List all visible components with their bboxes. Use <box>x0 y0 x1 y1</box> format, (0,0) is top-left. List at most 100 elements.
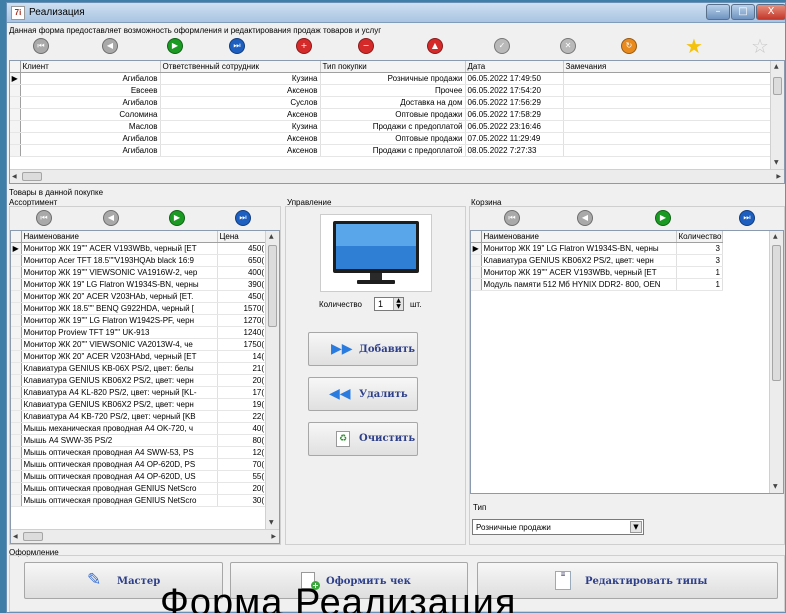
slide-caption: Форма Реализация <box>160 582 517 613</box>
table-row[interactable]: Соломина Аксенов Оптовые продажи 06.05.2022… <box>10 108 772 121</box>
col-purchase-type[interactable]: Тип покупки <box>320 61 466 73</box>
cart-vertical-scrollbar[interactable]: ▲ ▼ <box>769 231 783 493</box>
window: 7i Реализация – □ X Данная форма предост… <box>6 2 786 613</box>
table-row[interactable]: Мышь оптическая проводная A4 OP-620D, US… <box>11 470 267 483</box>
clear-button[interactable]: ♻ Очистить <box>308 422 418 456</box>
first-record-icon[interactable]: ⏮ <box>33 38 49 54</box>
quantity-stepper[interactable]: 1 ▲ ▼ <box>374 297 404 311</box>
col-name[interactable]: Наименование <box>481 231 677 243</box>
col-price[interactable]: Цена <box>217 231 267 243</box>
chevron-down-icon[interactable]: ▼ <box>630 521 642 533</box>
table-row[interactable]: Мышь механическая проводная A4 OK-720, ч… <box>11 422 267 435</box>
maximize-button[interactable]: □ <box>731 4 755 20</box>
minimize-button[interactable]: – <box>706 4 730 20</box>
table-row[interactable]: Клавиатура A4 KB-720 PS/2, цвет: черный … <box>11 410 267 423</box>
table-row[interactable]: Монитор ЖК 20" ACER V203HAbd, черный [ET… <box>11 350 267 363</box>
prev-record-icon[interactable]: ◀ <box>102 38 118 54</box>
table-row[interactable]: Модуль памяти 512 Мб HYNIX DDR2- 800, OE… <box>471 278 723 291</box>
scroll-thumb[interactable] <box>22 172 42 181</box>
scroll-up-icon[interactable]: ▲ <box>269 233 274 241</box>
table-row[interactable]: Клавиатура A4 KL-820 PS/2, цвет: черный … <box>11 386 267 399</box>
assortment-last-icon[interactable]: ⏭ <box>235 210 251 226</box>
cart-next-icon[interactable]: ▶ <box>655 210 671 226</box>
sales-table[interactable]: Клиент Ответственный сотрудник Тип покуп… <box>9 60 785 184</box>
table-row[interactable]: Агибалов Суслов Доставка на дом 06.05.2022 … <box>10 96 772 109</box>
col-responsible[interactable]: Ответственный сотрудник <box>160 61 321 73</box>
confirm-icon[interactable]: ✓ <box>494 38 510 54</box>
scroll-up-icon[interactable]: ▲ <box>773 233 778 241</box>
table-row[interactable]: Агибалов Аксенов Оптовые продажи 07.05.2022… <box>10 132 772 145</box>
assortment-prev-icon[interactable]: ◀ <box>103 210 119 226</box>
scroll-up-icon[interactable]: ▲ <box>774 63 779 71</box>
add-button[interactable]: ▶▶ Добавить <box>308 332 418 366</box>
purchase-type-select[interactable]: Розничные продажи ▼ <box>472 519 644 535</box>
table-row[interactable]: Монитор Acer TFT 18.5""V193HQAb black 16… <box>11 254 267 267</box>
col-notes[interactable]: Замечания <box>563 61 772 73</box>
table-row[interactable]: Монитор ЖК 19"" LG Flatron W1942S-PF, че… <box>11 314 267 327</box>
table-row[interactable]: Мышь оптическая проводная A4 SWW-53, PS 1… <box>11 446 267 459</box>
table-row[interactable]: Монитор ЖК 20"" VIEWSONIC VA2013W-4, че 1… <box>11 338 267 351</box>
table-row[interactable]: ▶ Монитор ЖК 19" LG Flatron W1934S-BN, че… <box>471 242 723 255</box>
table-row[interactable]: Монитор ЖК 19"" VIEWSONIC VA1916W-2, чер… <box>11 266 267 279</box>
col-date[interactable]: Дата <box>465 61 564 73</box>
table-row[interactable]: ▶ Монитор ЖК 19"" ACER V193WBb, черный [E… <box>11 242 267 255</box>
table-row[interactable]: Клавиатура GENIUS KB-06X PS/2, цвет: бел… <box>11 362 267 375</box>
close-record-icon[interactable]: ✕ <box>560 38 576 54</box>
table-row[interactable]: Маслов Кузина Продажи с предоплатой 06.05.2… <box>10 120 772 133</box>
scroll-down-icon[interactable]: ▼ <box>269 519 274 527</box>
table-row[interactable]: Монитор ЖК 19" LG Flatron W1934S-BN, чер… <box>11 278 267 291</box>
table-row[interactable]: Монитор ЖК 18.5"" BENQ G922HDA, черный [… <box>11 302 267 315</box>
refresh-icon[interactable]: ↻ <box>621 38 637 54</box>
last-record-icon[interactable]: ⏭ <box>229 38 245 54</box>
remove-button[interactable]: ◀◀ Удалить <box>308 377 418 411</box>
delete-record-icon[interactable]: − <box>358 38 374 54</box>
cart-table[interactable]: Наименование Количество ▶ Монитор ЖК 19" … <box>470 230 784 494</box>
table-row[interactable]: Мышь оптическая проводная A4 OP-620D, PS… <box>11 458 267 471</box>
table-row[interactable]: Агибалов Аксенов Продажи с предоплатой 08.0… <box>10 144 772 157</box>
cart-last-icon[interactable]: ⏭ <box>739 210 755 226</box>
next-record-icon[interactable]: ▶ <box>167 38 183 54</box>
assortment-table[interactable]: Наименование Цена ▶ Монитор ЖК 19"" ACER … <box>10 230 280 544</box>
cart-first-icon[interactable]: ⏮ <box>504 210 520 226</box>
table-row[interactable]: Евсеев Аксенов Прочее 06.05.2022 17:54:20 <box>10 84 772 97</box>
scroll-down-icon[interactable]: ▼ <box>773 483 778 491</box>
scroll-left-icon[interactable]: ◀ <box>12 173 17 181</box>
quantity-value[interactable]: 1 <box>378 299 383 309</box>
table-row[interactable]: Мышь оптическая проводная GENIUS NetScro… <box>11 482 267 495</box>
assortment-first-icon[interactable]: ⏮ <box>36 210 52 226</box>
table-row[interactable]: Монитор ЖК 20" ACER V203HAb, черный [ET.… <box>11 290 267 303</box>
table-row[interactable]: Клавиатура GENIUS KB06X2 PS/2, цвет: чер… <box>471 254 723 267</box>
scroll-down-icon[interactable]: ▼ <box>774 159 779 167</box>
spin-arrows-icon[interactable]: ▲ ▼ <box>393 298 403 310</box>
cart-prev-icon[interactable]: ◀ <box>577 210 593 226</box>
sales-horizontal-scrollbar[interactable]: ◀ ▶ <box>10 169 784 183</box>
scroll-right-icon[interactable]: ▶ <box>271 533 276 541</box>
col-client[interactable]: Клиент <box>20 61 161 73</box>
table-row[interactable]: Клавиатура GENIUS KB06X2 PS/2, цвет: чер… <box>11 398 267 411</box>
sales-vertical-scrollbar[interactable]: ▲ ▼ <box>770 61 784 169</box>
scroll-thumb[interactable] <box>23 532 43 541</box>
scroll-thumb[interactable] <box>773 77 782 95</box>
assortment-horizontal-scrollbar[interactable]: ◀ ▶ <box>11 529 279 543</box>
scroll-right-icon[interactable]: ▶ <box>776 173 781 181</box>
col-qty[interactable]: Количество <box>676 231 723 243</box>
table-row[interactable]: Мышь оптическая проводная GENIUS NetScro… <box>11 494 267 507</box>
assortment-vertical-scrollbar[interactable]: ▲ ▼ <box>265 231 279 529</box>
col-name[interactable]: Наименование <box>21 231 218 243</box>
assortment-next-icon[interactable]: ▶ <box>169 210 185 226</box>
bookmark-star-icon[interactable]: ★ <box>685 36 703 56</box>
add-record-icon[interactable]: + <box>296 38 312 54</box>
cancel-edit-icon[interactable]: ▲ <box>427 38 443 54</box>
table-row[interactable]: Монитор ЖК 19"" ACER V193WBb, черный [ET… <box>471 266 723 279</box>
scroll-left-icon[interactable]: ◀ <box>13 533 18 541</box>
remove-bookmark-icon[interactable]: ☆ <box>751 36 769 56</box>
table-row[interactable]: Мышь A4 SWW-35 PS/2 80( <box>11 434 267 447</box>
title-bar[interactable]: 7i Реализация – □ X <box>7 3 785 23</box>
edit-types-button[interactable]: ≡ Редактировать типы <box>477 562 778 599</box>
table-row[interactable]: Клавиатура GENIUS KB06X2 PS/2, цвет: чер… <box>11 374 267 387</box>
scroll-thumb[interactable] <box>268 245 277 327</box>
table-row[interactable]: ▶ Агибалов Кузина Розничные продажи 06.05.20… <box>10 72 772 85</box>
table-row[interactable]: Монитор Proview TFT 19"" UK-913 1240( <box>11 326 267 339</box>
close-button[interactable]: X <box>756 4 785 20</box>
scroll-thumb[interactable] <box>772 245 781 381</box>
